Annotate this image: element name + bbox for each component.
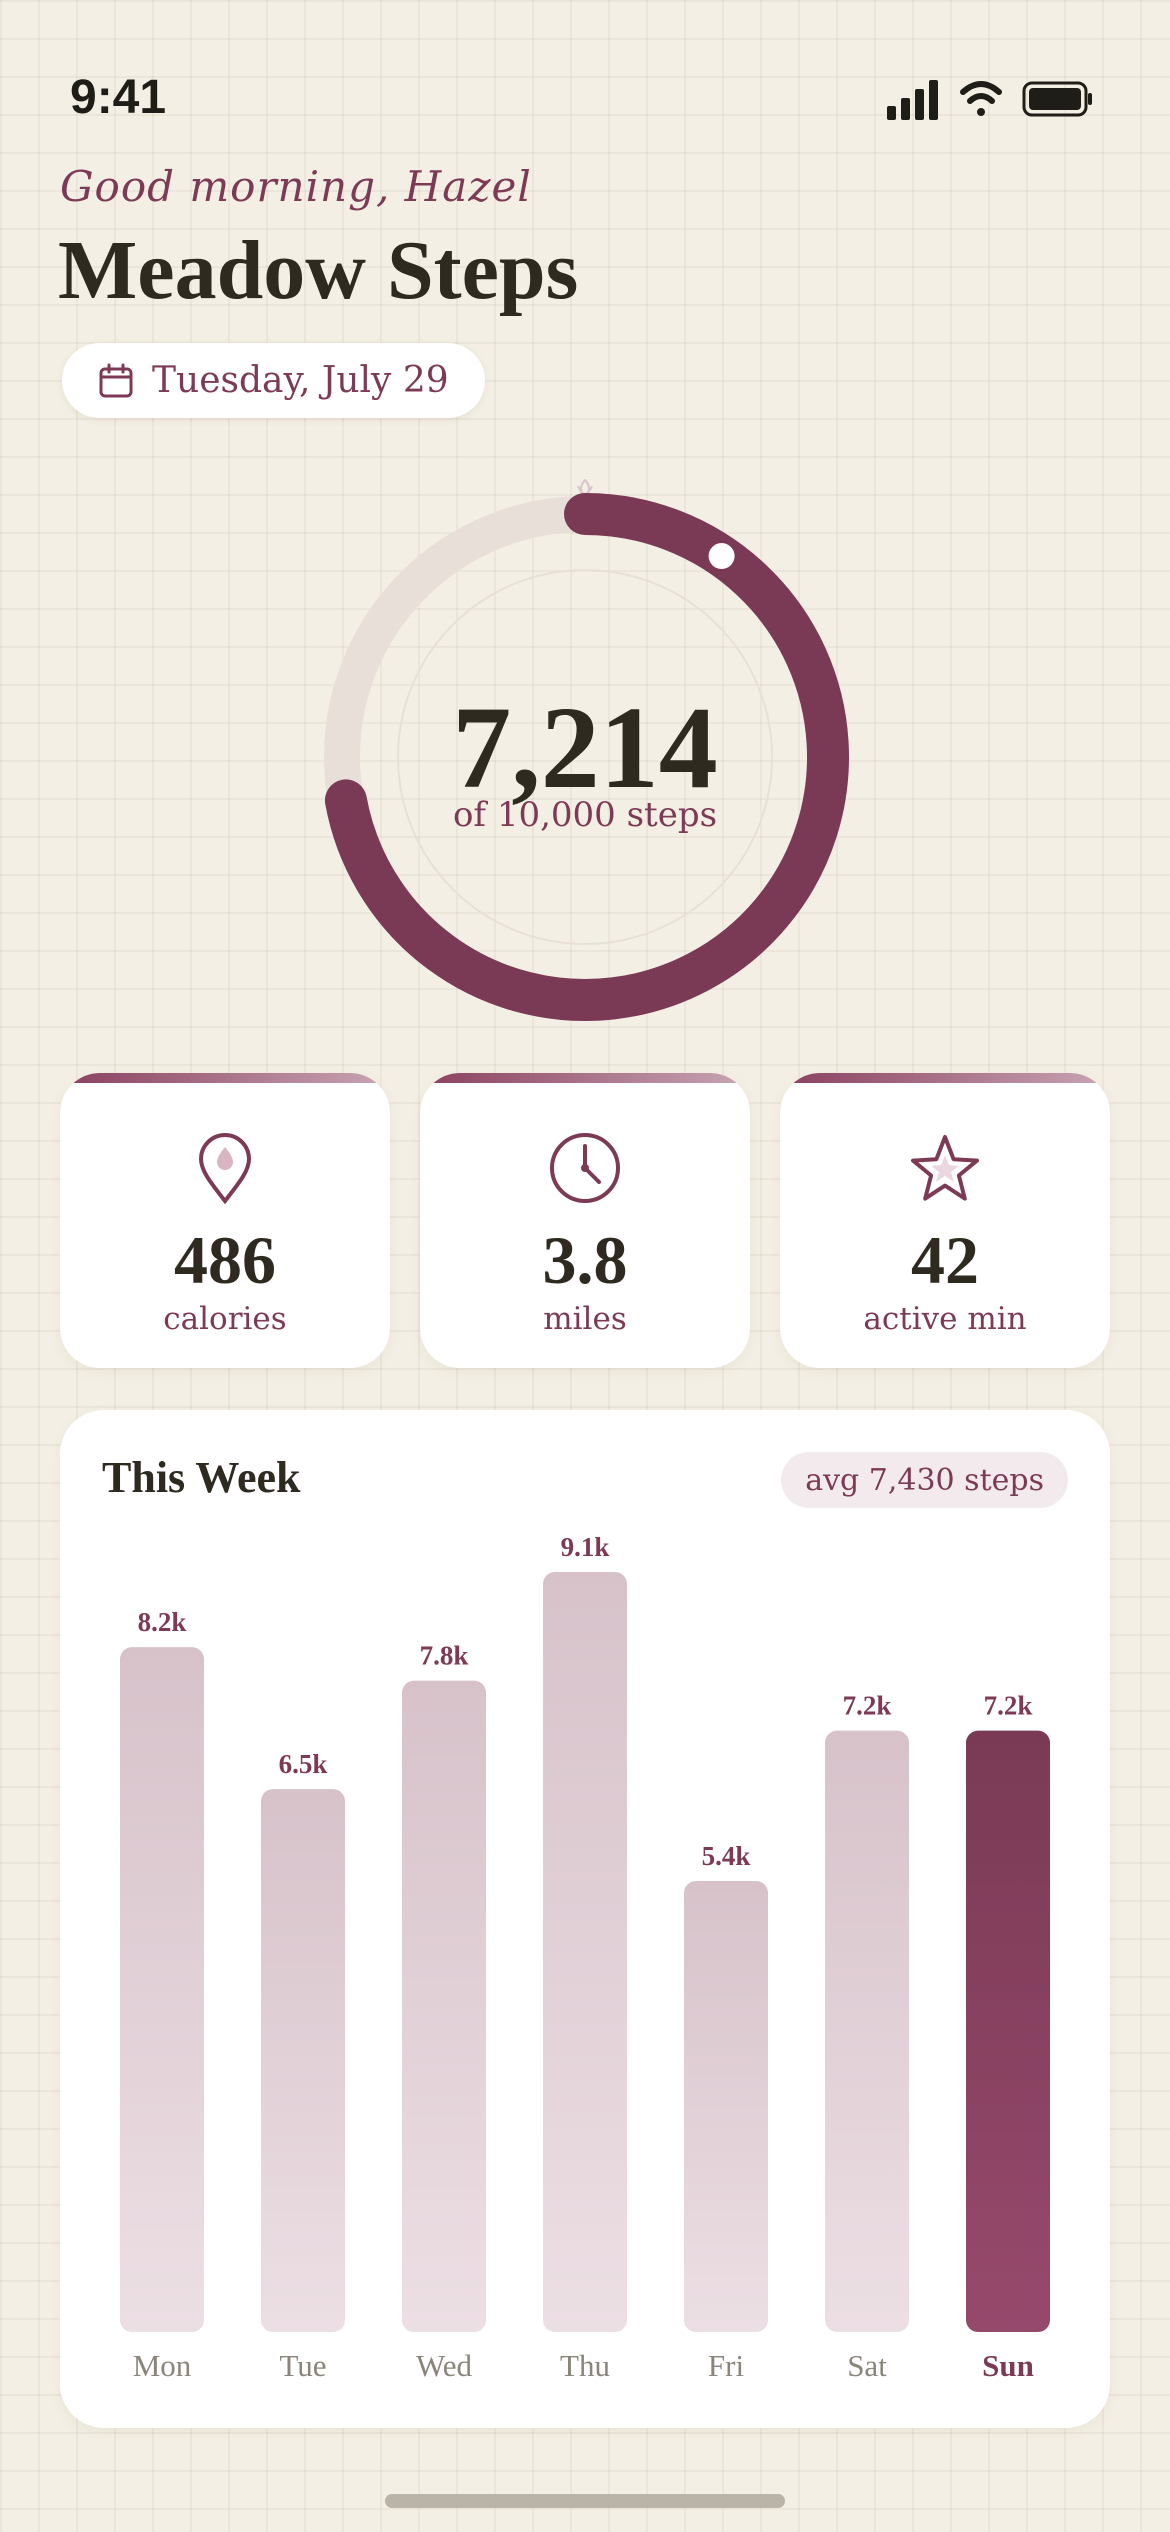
- x-tick-label: Thu: [560, 2348, 610, 2383]
- bar-fri[interactable]: [684, 1881, 768, 2332]
- bar-wed[interactable]: [402, 1680, 486, 2332]
- status-time: 9:41: [70, 71, 167, 124]
- avg-badge: avg 7,430 steps: [781, 1452, 1068, 1508]
- signal-icon: [887, 80, 938, 120]
- bar-value-label: 7.2k: [984, 1691, 1033, 1721]
- bar-value-label: 7.8k: [420, 1641, 469, 1671]
- x-tick-label: Wed: [416, 2348, 473, 2383]
- bar-thu[interactable]: [543, 1572, 627, 2332]
- card-accent-bar: [60, 1073, 390, 1083]
- bar-sun[interactable]: [966, 1730, 1050, 2332]
- date-pill[interactable]: Tuesday, July 29: [62, 343, 485, 418]
- bar-value-label: 9.1k: [561, 1532, 610, 1562]
- location-pin-icon: [175, 1118, 275, 1218]
- home-indicator[interactable]: [385, 2494, 785, 2508]
- calendar-icon: [99, 363, 133, 397]
- stat-value: 3.8: [542, 1222, 628, 1298]
- card-accent-bar: [420, 1073, 750, 1083]
- stat-value: 486: [174, 1222, 276, 1298]
- star-icon: [895, 1118, 995, 1218]
- step-goal: of 10,000 steps: [452, 795, 718, 835]
- x-tick-label: Tue: [279, 2348, 326, 2383]
- bar-value-label: 6.5k: [279, 1749, 328, 1779]
- bar-value-label: 8.2k: [138, 1607, 187, 1637]
- week-title: This Week: [102, 1453, 301, 1502]
- x-tick-label: Fri: [708, 2348, 745, 2383]
- ring-marker: [708, 543, 735, 570]
- wifi-icon: [960, 81, 1002, 116]
- bar-value-label: 5.4k: [702, 1841, 751, 1871]
- x-tick-label: Sun: [982, 2348, 1034, 2383]
- x-tick-label: Sat: [847, 2348, 887, 2383]
- stat-card-miles[interactable]: 3.8 miles: [420, 1073, 750, 1368]
- bar-tue[interactable]: [261, 1789, 345, 2332]
- stat-card-calories[interactable]: 486 calories: [60, 1073, 390, 1368]
- clock-icon: [535, 1118, 635, 1218]
- stat-card-active-min[interactable]: 42 active min: [780, 1073, 1110, 1368]
- status-icons: [887, 80, 1092, 120]
- greeting: Good morning, Hazel: [60, 162, 532, 211]
- stat-label: active min: [863, 1301, 1027, 1337]
- bar-mon[interactable]: [120, 1647, 204, 2332]
- bar-sat[interactable]: [825, 1730, 909, 2332]
- week-bar-chart: 8.2k Mon 6.5k Tue 7.8k Wed 9.1k Thu 5.4k Fri 7.2k S…: [120, 1532, 1050, 2383]
- stat-label: miles: [543, 1301, 627, 1337]
- card-accent-bar: [780, 1073, 1110, 1083]
- date-label: Tuesday, July 29: [152, 360, 449, 401]
- bar-value-label: 7.2k: [843, 1691, 892, 1721]
- battery-icon: [1022, 81, 1092, 117]
- page-title: Meadow Steps: [58, 224, 579, 317]
- x-tick-label: Mon: [133, 2348, 192, 2383]
- stat-value: 42: [911, 1222, 979, 1298]
- stat-label: calories: [163, 1301, 287, 1337]
- week-chart-card: 8.2k Mon 6.5k Tue 7.8k Wed 9.1k Thu 5.4k Fri 7.2k S…: [60, 1410, 1110, 2428]
